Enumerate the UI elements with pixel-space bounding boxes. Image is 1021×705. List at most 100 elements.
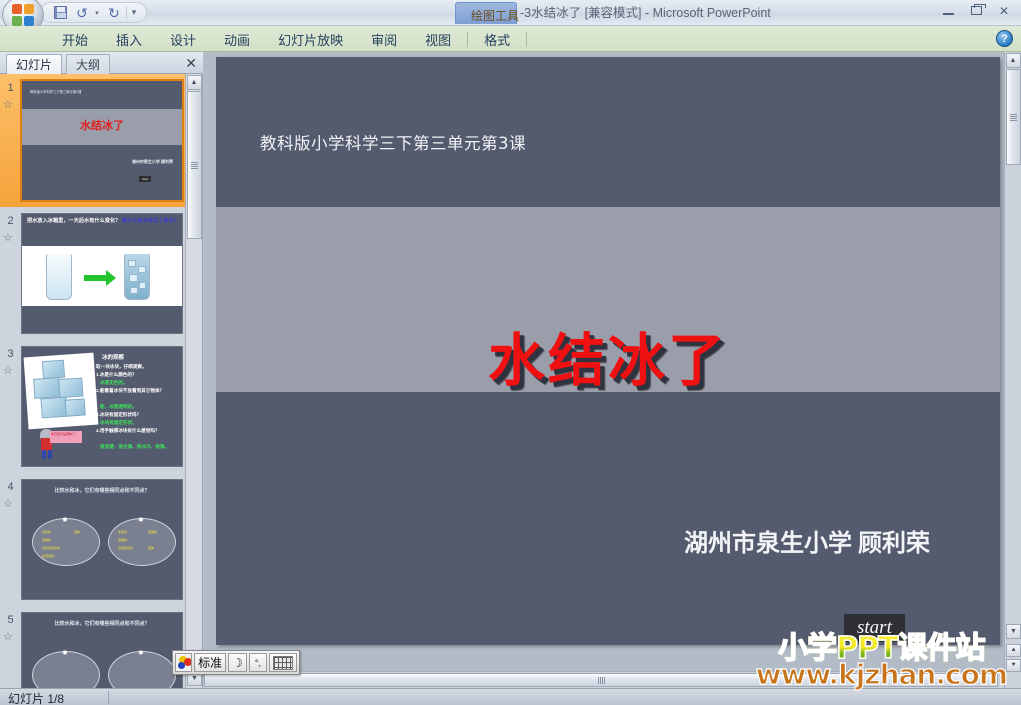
tab-format[interactable]: 格式	[470, 26, 524, 52]
ime-logo-icon[interactable]	[175, 653, 193, 672]
oval-right-item-5: 固体	[148, 546, 155, 550]
slide-area-hscrollbar[interactable]	[204, 671, 1004, 688]
keyboard-icon	[273, 655, 293, 670]
tab-review[interactable]: 审阅	[357, 26, 411, 52]
qat-divider	[126, 6, 127, 19]
status-bar: 幻灯片 1/8	[0, 688, 1021, 705]
slide-number: 4	[7, 481, 14, 493]
redo-button[interactable]: ↻	[104, 4, 124, 21]
slide-number: 5	[7, 614, 14, 626]
mini-slide-2: 把水放入冰箱里，一天后水有什么变化？ 是什么使水发生了变化？	[22, 214, 182, 333]
oval-right-item-2: 透明的	[118, 538, 128, 542]
tab-home[interactable]: 开始	[48, 26, 102, 52]
window-controls: ✕	[937, 2, 1015, 19]
animation-star-icon: ☆	[3, 631, 13, 643]
slide-area-vscrollbar[interactable]: ▲ ▼ ⯅ ⯆	[1004, 52, 1021, 688]
oval-right-item-4: 坚硬的	[148, 530, 158, 534]
restore-button[interactable]	[965, 2, 987, 19]
scroll-up-button[interactable]: ▲	[186, 75, 202, 90]
save-icon	[53, 6, 67, 19]
customize-qat-button[interactable]: ▾	[129, 4, 139, 21]
panel-close-button[interactable]: ✕	[185, 55, 197, 72]
mini-author-text: 湖州市泉生小学 顾利荣	[131, 159, 173, 164]
scroll-up-button[interactable]: ▲	[1005, 53, 1021, 68]
close-button[interactable]: ✕	[993, 2, 1015, 19]
slide-number: 1	[7, 82, 14, 94]
slide-thumbnail-frame: 把水放入冰箱里，一天后水有什么变化？ 是什么使水发生了变化？	[21, 213, 183, 334]
question-plain: 把水放入冰箱里，一天后水有什么变化？	[27, 218, 121, 224]
minimize-icon	[942, 13, 954, 15]
tab-slideshow[interactable]: 幻灯片放映	[264, 26, 357, 52]
slide-thumbnail-3[interactable]: 3 ☆ 冰的观察 取一块冰块，仔细观察。 1.冰是什么颜色的？ 冰是无色的。 2…	[0, 340, 186, 473]
star-icon-right: ✹	[138, 650, 144, 657]
start-button[interactable]: start	[844, 614, 905, 642]
status-divider	[108, 691, 109, 704]
slide-number: 2	[7, 215, 14, 227]
tab-outline[interactable]: 大纲	[66, 54, 111, 74]
title-bar: ↺ ▾ ↻ ▾ 绘图工具 -3水结冰了 [兼容模式] - Microsoft P…	[0, 0, 1021, 34]
scroll-down-button[interactable]: ▼	[1006, 624, 1021, 639]
slide-editing-area: 教科版小学科学三下第三单元第3课 水结冰了 湖州市泉生小学 顾利荣 start …	[204, 52, 1021, 688]
slide-thumbnail-5[interactable]: 5 ☆ 比较水和冰，它们有哪些相同点和不同点？ ✹ ✹	[0, 606, 186, 688]
window-title: -3水结冰了 [兼容模式] - Microsoft PowerPoint	[520, 6, 771, 20]
ime-mode-button[interactable]: 标准	[194, 653, 227, 672]
minimize-button[interactable]	[937, 2, 959, 19]
mini-slide-3: 冰的观察 取一块冰块，仔细观察。 1.冰是什么颜色的？ 冰是无色的。 2.能看着…	[22, 347, 182, 466]
save-button[interactable]	[50, 4, 70, 21]
mini-slide-5: 比较水和冰，它们有哪些相同点和不同点？ ✹ ✹	[22, 613, 182, 688]
scrollbar-thumb[interactable]	[186, 91, 202, 239]
slide-thumbnail-frame: 教科版小学科学三下第三单元第3课 水结冰了 湖州市泉生小学 顾利荣 start	[20, 79, 184, 202]
redo-icon: ↻	[108, 4, 120, 21]
scrollbar-grip-icon	[1009, 113, 1017, 121]
undo-dropdown[interactable]: ▾	[94, 4, 102, 21]
slide-canvas[interactable]: 教科版小学科学三下第三单元第3课 水结冰了 湖州市泉生小学 顾利荣 start	[216, 57, 1000, 645]
help-button[interactable]: ?	[996, 30, 1013, 47]
scrollbar-thumb[interactable]	[1005, 69, 1021, 165]
ice-glass-icon	[124, 254, 150, 300]
office-logo-icon	[12, 4, 34, 26]
restore-icon	[970, 4, 986, 15]
ime-soft-keyboard-button[interactable]	[269, 653, 297, 672]
slides-panel-scrollbar[interactable]: ▲ ▼	[185, 74, 202, 688]
mini-title-text: 冰的观察	[102, 355, 125, 361]
slide-thumbnail-4[interactable]: 4 ☆ 比较水和冰，它们有哪些相同点和不同点？ ✹ 无色的 透明的 没有固定形状…	[0, 473, 186, 606]
mini-header-text: 比较水和冰，它们有哪些相同点和不同点？	[54, 621, 150, 627]
tab-insert[interactable]: 插入	[102, 26, 156, 52]
tab-animations[interactable]: 动画	[210, 26, 264, 52]
mini-line-9: 很坚硬、很光滑、很冰冷、很滑。	[100, 444, 169, 449]
hscrollbar-thumb[interactable]	[204, 673, 998, 687]
tab-divider-2	[526, 31, 528, 47]
tab-divider	[467, 31, 469, 47]
star-icon-left: ✹	[62, 650, 68, 657]
slide-thumbnail-list[interactable]: 1 ☆ 教科版小学科学三下第三单元第3课 水结冰了 湖州市泉生小学 顾利荣 st…	[0, 74, 186, 688]
undo-button[interactable]: ↺	[72, 4, 92, 21]
ime-toolbar[interactable]: 标准 ☽ °,	[172, 650, 300, 675]
ime-shape-toggle[interactable]: ☽	[228, 653, 247, 672]
chevron-down-icon: ▾	[95, 9, 99, 17]
previous-slide-button[interactable]: ⯅	[1006, 644, 1021, 657]
next-slide-button[interactable]: ⯆	[1006, 659, 1021, 672]
tab-view[interactable]: 视图	[411, 26, 465, 52]
panel-tab-bar: 幻灯片 大纲 ✕	[0, 52, 203, 74]
ime-punctuation-toggle[interactable]: °,	[248, 653, 267, 672]
slide-author-text[interactable]: 湖州市泉生小学 顾利荣	[684, 523, 930, 558]
close-icon: ✕	[998, 3, 1010, 18]
slide-number: 3	[7, 348, 14, 360]
slide-thumbnail-2[interactable]: 2 ☆ 把水放入冰箱里，一天后水有什么变化？ 是什么使水发生了变化？	[0, 207, 186, 340]
tab-design[interactable]: 设计	[156, 26, 210, 52]
current-slide[interactable]: 教科版小学科学三下第三单元第3课 水结冰了 湖州市泉生小学 顾利荣 start	[216, 57, 1000, 645]
slide-header-text[interactable]: 教科版小学科学三下第三单元第3课	[260, 130, 526, 154]
mini-question-text: 把水放入冰箱里，一天后水有什么变化？ 是什么使水发生了变化？	[27, 218, 179, 226]
oval-left-item-4: 会流动的	[42, 554, 55, 558]
slide-title-text[interactable]: 水结冰了	[216, 315, 1000, 397]
slide-thumbnail-1[interactable]: 1 ☆ 教科版小学科学三下第三单元第3课 水结冰了 湖州市泉生小学 顾利荣 st…	[0, 74, 186, 207]
scrollbar-grip-icon	[190, 161, 198, 169]
contextual-tab-label[interactable]: 绘图工具	[462, 5, 528, 26]
oval-left-item-5: 液体	[74, 530, 81, 534]
tab-slides[interactable]: 幻灯片	[6, 54, 63, 74]
mini-line-4: 2.能看着冰块不放看到其它物体？	[96, 388, 165, 393]
ribbon-tabs: 开始 插入 设计 动画 幻灯片放映 审阅 视图 格式	[48, 26, 529, 52]
mini-slide-4: 比较水和冰，它们有哪些相同点和不同点？ ✹ 无色的 透明的 没有固定形状 会流动…	[22, 480, 182, 599]
mini-header-text: 教科版小学科学三下第三单元第3课	[30, 90, 82, 94]
arrow-icon	[106, 270, 116, 286]
